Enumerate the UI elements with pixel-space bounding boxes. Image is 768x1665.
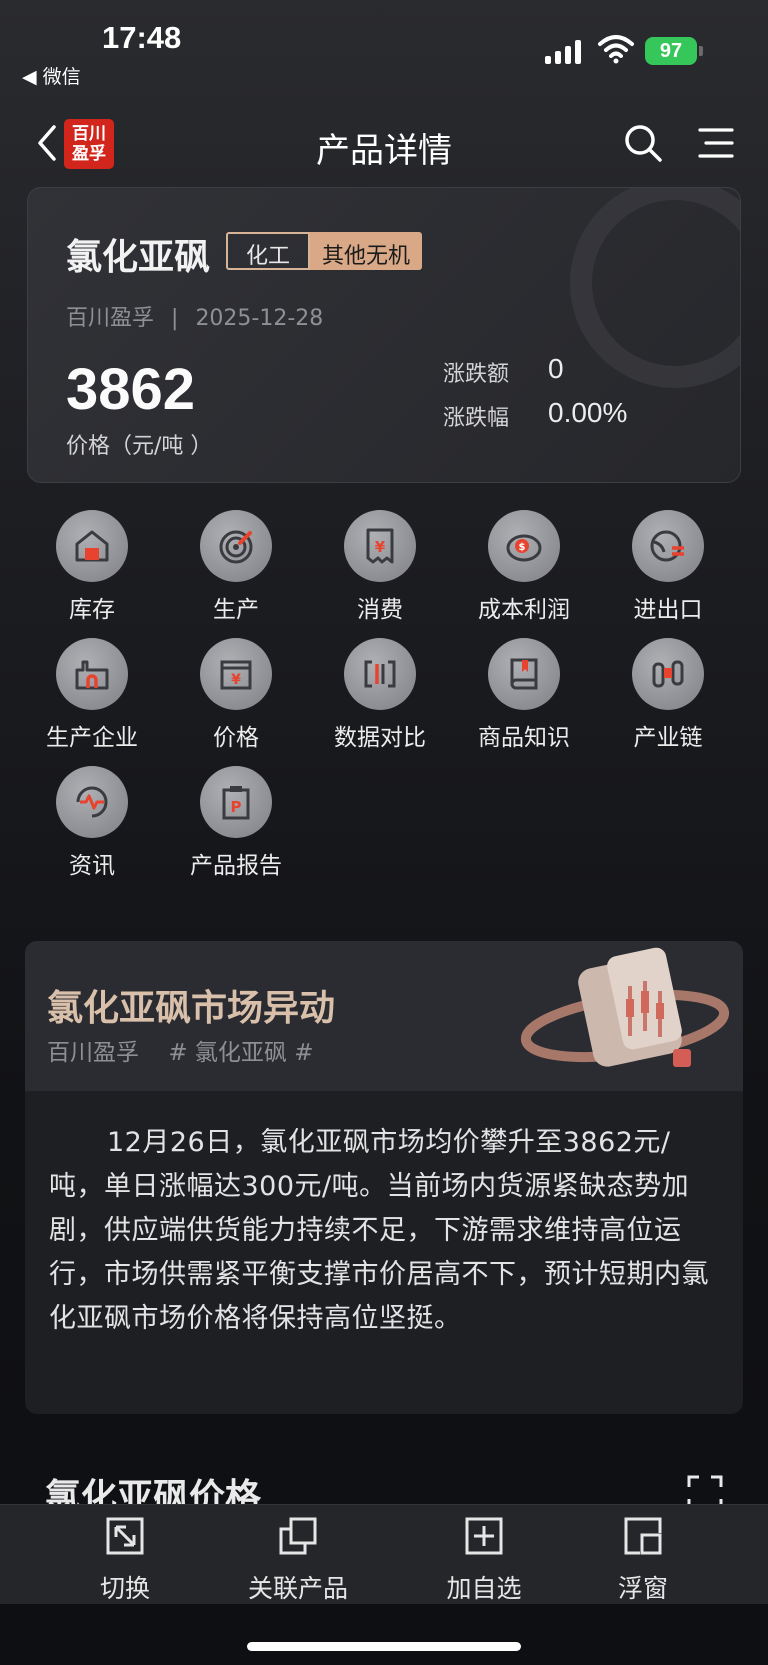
func-label: 数据对比	[334, 725, 426, 751]
target-icon	[200, 510, 272, 582]
news-source: 百川盈孚	[47, 1040, 139, 1066]
func-label: 产品报告	[190, 853, 282, 879]
industry-tag[interactable]: 化工	[226, 232, 311, 270]
news-body: 12月26日，氯化亚砜市场均价攀升至3862元/吨，单日涨幅达300元/吨。当前…	[49, 1127, 709, 1334]
change-percent-label: 涨跌幅	[443, 406, 510, 431]
func-label: 资讯	[69, 853, 115, 879]
related-products-button[interactable]: 关联产品	[218, 1515, 378, 1605]
bottom-label: 浮窗	[617, 1574, 668, 1603]
change-amount-value: 0	[548, 353, 564, 384]
bottom-label: 关联产品	[247, 1574, 348, 1603]
change-amount-label: 涨跌额	[443, 362, 510, 387]
news-title: 氯化亚砜市场异动	[47, 988, 336, 1029]
func-news[interactable]: 资讯	[20, 766, 164, 880]
add-favorite-button[interactable]: 加自选	[404, 1515, 564, 1605]
back-to-app-link[interactable]: ◀ 微信	[22, 62, 81, 89]
price-value: 3862	[66, 357, 196, 422]
category-tag[interactable]: 其他无机	[310, 232, 423, 270]
news-source-line: 百川盈孚 # 氯化亚砜 #	[47, 1033, 313, 1067]
news-wave-icon	[56, 766, 128, 838]
status-bar: 17:48 ◀ 微信 97	[0, 0, 768, 92]
warehouse-icon	[56, 510, 128, 582]
func-cost-profit[interactable]: $ 成本利润	[452, 510, 596, 624]
product-summary-card: 氯化亚砜 化工 其他无机 百川盈孚 | 2025-12-28 3862 价格（元…	[27, 187, 741, 483]
func-label: 进出口	[633, 597, 703, 623]
cellular-signal-icon	[545, 40, 585, 64]
menu-icon[interactable]	[698, 127, 734, 159]
add-favorite-icon	[465, 1517, 503, 1555]
func-label: 商品知识	[478, 725, 570, 751]
battery-indicator: 97	[645, 37, 697, 65]
bottom-label: 加自选	[446, 1574, 522, 1603]
func-import-export[interactable]: 进出口	[596, 510, 740, 624]
change-percent-value: 0.00%	[548, 397, 628, 428]
func-price[interactable]: ¥ 价格	[164, 638, 308, 752]
factory-icon	[56, 638, 128, 710]
home-indicator[interactable]	[247, 1642, 521, 1651]
func-inventory[interactable]: 库存	[20, 510, 164, 624]
svg-text:$: $	[519, 542, 526, 553]
svg-text:P: P	[231, 798, 242, 816]
nav-bar: 百川 盈孚 产品详情	[0, 105, 768, 185]
func-knowledge[interactable]: 商品知识	[452, 638, 596, 752]
switch-button[interactable]: 切换	[45, 1515, 205, 1605]
svg-text:¥: ¥	[231, 672, 241, 688]
func-label: 库存	[69, 597, 115, 623]
float-window-icon	[624, 1517, 662, 1555]
data-source: 百川盈孚	[66, 306, 155, 331]
func-label: 成本利润	[478, 597, 570, 623]
piggy-bank-icon: $	[488, 510, 560, 582]
switch-icon	[106, 1517, 144, 1555]
product-meta: 百川盈孚 | 2025-12-28	[66, 300, 323, 332]
market-cube-illustration	[520, 947, 730, 1067]
func-label: 生产	[213, 597, 259, 623]
market-news-card[interactable]: 氯化亚砜市场异动 百川盈孚 # 氯化亚砜 # 12月26日，氯化亚砜市场均价攀升…	[25, 941, 743, 1414]
svg-text:¥: ¥	[375, 538, 386, 556]
func-label: 价格	[213, 725, 259, 751]
related-products-icon	[279, 1517, 317, 1555]
float-window-button[interactable]: 浮窗	[563, 1515, 723, 1605]
news-card-header: 氯化亚砜市场异动 百川盈孚 # 氯化亚砜 #	[25, 941, 743, 1091]
card-decoration	[570, 188, 740, 388]
globe-transfer-icon	[632, 510, 704, 582]
bottom-label: 切换	[99, 1574, 150, 1603]
meta-separator: |	[171, 306, 179, 331]
func-production[interactable]: 生产	[164, 510, 308, 624]
book-icon	[488, 638, 560, 710]
product-name: 氯化亚砜	[66, 237, 211, 278]
search-icon[interactable]	[623, 123, 663, 163]
report-icon: P	[200, 766, 272, 838]
chain-icon	[632, 638, 704, 710]
func-report[interactable]: P 产品报告	[164, 766, 308, 880]
receipt-yen-icon: ¥	[344, 510, 416, 582]
func-label: 生产企业	[46, 725, 138, 751]
price-date: 2025-12-28	[195, 306, 324, 331]
price-unit: 价格（元/吨 ）	[66, 434, 213, 459]
news-hashtag[interactable]: # 氯化亚砜 #	[168, 1040, 313, 1066]
compare-icon	[344, 638, 416, 710]
product-tags: 化工 其他无机	[226, 232, 423, 270]
battery-tip	[699, 46, 703, 56]
bottom-action-bar: 切换 关联产品 加自选 浮窗	[0, 1504, 768, 1604]
func-consumption[interactable]: ¥ 消费	[308, 510, 452, 624]
func-label: 产业链	[633, 725, 703, 751]
wifi-icon	[598, 35, 634, 64]
func-enterprises[interactable]: 生产企业	[20, 638, 164, 752]
status-time: 17:48	[102, 20, 182, 55]
price-tag-icon: ¥	[200, 638, 272, 710]
func-data-compare[interactable]: 数据对比	[308, 638, 452, 752]
func-label: 消费	[357, 597, 403, 623]
func-industry-chain[interactable]: 产业链	[596, 638, 740, 752]
